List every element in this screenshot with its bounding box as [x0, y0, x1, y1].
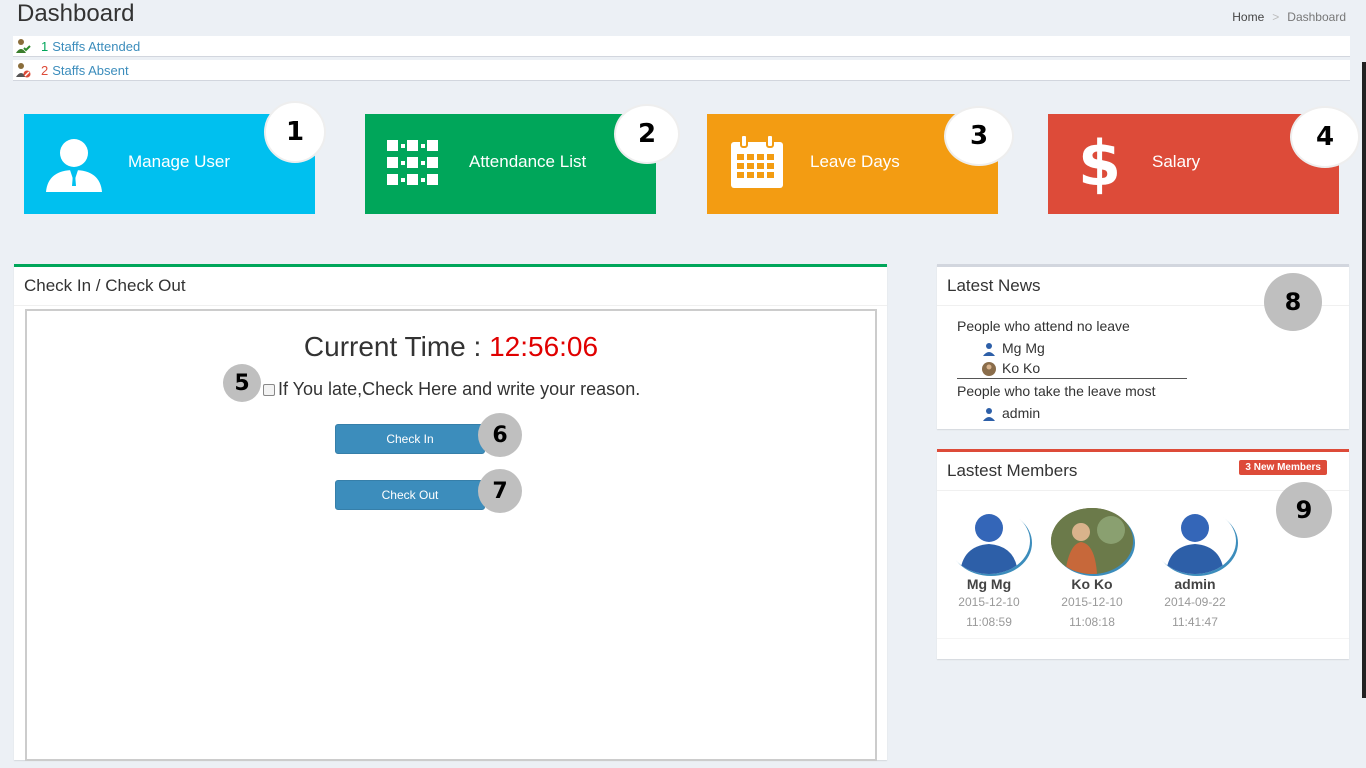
- leave-days-label: Leave Days: [810, 152, 900, 171]
- member-date: 2015-12-10: [1061, 595, 1123, 609]
- staffs-absent-row[interactable]: 2 Staffs Absent: [13, 60, 1350, 81]
- current-time-value: 12:56:06: [489, 331, 599, 362]
- current-time-label: Current Time :: [303, 331, 482, 362]
- member-item[interactable]: Ko Ko 2015-12-10 11:08:18: [1047, 508, 1137, 632]
- news-heading: People who take the leave most: [957, 383, 1156, 399]
- attended-label[interactable]: Staffs Attended: [52, 39, 140, 54]
- check-out-button[interactable]: Check Out: [335, 480, 485, 510]
- member-name: admin: [1174, 576, 1216, 592]
- member-date: 2014-09-22: [1164, 595, 1226, 609]
- member-item[interactable]: Mg Mg 2015-12-10 11:08:59: [944, 508, 1034, 632]
- breadcrumb: Home > Dashboard: [1232, 10, 1346, 24]
- salary-label: Salary: [1152, 152, 1201, 171]
- user-blocked-icon: [15, 62, 31, 78]
- manage-user-label: Manage User: [128, 152, 231, 171]
- check-in-button[interactable]: Check In: [335, 424, 485, 454]
- user-check-icon: [15, 38, 31, 54]
- check-in-out-title: Check In / Check Out: [14, 267, 887, 306]
- late-checkbox[interactable]: [263, 383, 275, 396]
- user-icon: [982, 341, 996, 356]
- callout-2: 2: [614, 104, 680, 164]
- news-person-name: Mg Mg: [1002, 340, 1045, 356]
- member-time: 11:08:18: [1069, 615, 1115, 629]
- user-photo-icon: [982, 361, 996, 376]
- latest-members-box: Lastest Members 3 New Members Mg Mg 2015…: [937, 449, 1349, 659]
- news-person[interactable]: admin: [957, 403, 1329, 423]
- callout-6: 6: [478, 413, 522, 457]
- callout-3: 3: [944, 106, 1014, 166]
- attended-count: 1: [41, 38, 49, 54]
- member-name: Ko Ko: [1071, 576, 1113, 592]
- member-item[interactable]: admin 2014-09-22 11:41:47: [1150, 508, 1240, 632]
- new-members-badge: 3 New Members: [1239, 460, 1327, 475]
- attendance-list-label: Attendance List: [469, 152, 587, 171]
- late-reason-row: If You late,Check Here and write your re…: [263, 379, 640, 400]
- member-date: 2015-12-10: [958, 595, 1020, 609]
- check-in-out-box: Check In / Check Out Current Time : 12:5…: [14, 264, 887, 761]
- news-divider: [957, 378, 1187, 379]
- callout-9: 9: [1276, 482, 1332, 538]
- attendance-list-tile[interactable]: Attendance List: [365, 114, 656, 214]
- page-title: Dashboard: [17, 0, 135, 27]
- late-reason-label: If You late,Check Here and write your re…: [278, 379, 641, 399]
- member-time: 11:08:59: [966, 615, 1012, 629]
- news-person[interactable]: Ko Ko: [957, 358, 1329, 378]
- list-icon: [387, 138, 443, 193]
- breadcrumb-home-link[interactable]: Home: [1232, 10, 1264, 24]
- callout-5: 5: [223, 364, 261, 402]
- breadcrumb-current: Dashboard: [1287, 10, 1346, 24]
- current-time: Current Time : 12:56:06: [27, 331, 875, 363]
- avatar: [948, 508, 1030, 574]
- absent-count: 2: [41, 62, 49, 78]
- user-icon: [982, 406, 996, 421]
- page-scrollbar[interactable]: [1362, 62, 1366, 698]
- callout-7: 7: [478, 469, 522, 513]
- calendar-icon: [729, 134, 785, 195]
- news-person-name: admin: [1002, 405, 1041, 421]
- avatar: [1154, 508, 1236, 574]
- user-icon: [44, 136, 104, 197]
- callout-4: 4: [1290, 106, 1360, 168]
- dollar-icon: $: [1078, 127, 1122, 200]
- check-in-panel: Current Time : 12:56:06 If You late,Chec…: [25, 309, 877, 761]
- member-time: 11:41:47: [1172, 615, 1218, 629]
- absent-label[interactable]: Staffs Absent: [52, 63, 128, 78]
- callout-8: 8: [1264, 273, 1322, 331]
- callout-1: 1: [264, 101, 326, 163]
- staffs-attended-row[interactable]: 1 Staffs Attended: [13, 36, 1350, 57]
- avatar: [1051, 508, 1133, 574]
- member-name: Mg Mg: [966, 576, 1012, 592]
- news-person[interactable]: Mg Mg: [957, 338, 1329, 358]
- news-person-name: Ko Ko: [1002, 360, 1041, 376]
